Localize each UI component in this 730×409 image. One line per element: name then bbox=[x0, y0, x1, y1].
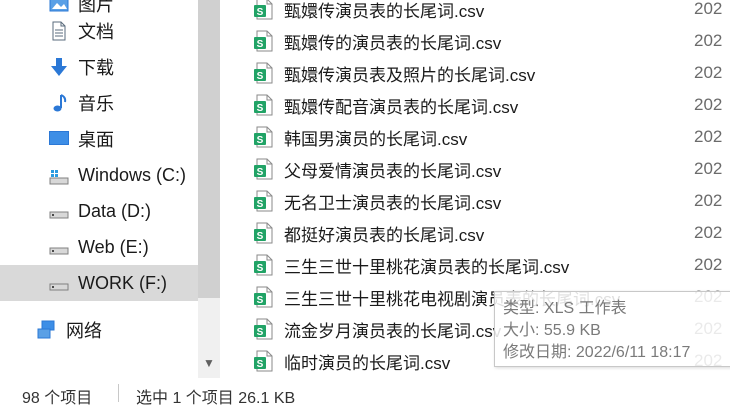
svg-text:S: S bbox=[257, 295, 264, 306]
sidebar-item-web-e[interactable]: Web (E:) bbox=[0, 229, 198, 265]
file-date: 202 bbox=[694, 127, 723, 146]
file-row[interactable]: S 无名卫士演员表的长尾词.csv 202 bbox=[222, 185, 730, 217]
svg-text:S: S bbox=[257, 327, 264, 338]
file-row[interactable]: S 甄嬛传的演员表的长尾词.csv 202 bbox=[222, 25, 730, 57]
documents-icon bbox=[48, 20, 70, 42]
sidebar-item-documents[interactable]: 文档 bbox=[0, 13, 198, 49]
csv-file-icon: S bbox=[252, 93, 276, 117]
svg-text:S: S bbox=[257, 359, 264, 370]
sidebar-item-label: 网络 bbox=[66, 321, 102, 341]
sidebar-item-network[interactable]: 网络 bbox=[0, 312, 198, 348]
scrollbar-thumb[interactable] bbox=[198, 0, 220, 298]
sidebar-item-label: 音乐 bbox=[78, 94, 114, 114]
navigation-pane: 图片 文档 下载 音乐 桌面 Windows (C:) Data (D:) We… bbox=[0, 0, 198, 350]
file-row[interactable]: S 韩国男演员的长尾词.csv 202 bbox=[222, 121, 730, 153]
file-date: 202 bbox=[694, 63, 723, 82]
file-name: 三生三世十里桃花演员表的长尾词.csv bbox=[284, 257, 570, 277]
drive-icon bbox=[48, 200, 70, 222]
svg-text:S: S bbox=[257, 199, 264, 210]
csv-file-icon: S bbox=[252, 0, 276, 21]
sidebar-item-desktop[interactable]: 桌面 bbox=[0, 121, 198, 157]
csv-file-icon: S bbox=[252, 189, 276, 213]
csv-file-icon: S bbox=[252, 125, 276, 149]
file-name: 韩国男演员的长尾词.csv bbox=[284, 129, 468, 149]
sidebar-item-label: WORK (F:) bbox=[78, 272, 167, 293]
file-info-tooltip: 类型: XLS 工作表 大小: 55.9 KB 修改日期: 2022/6/11 … bbox=[494, 291, 730, 367]
file-name: 都挺好演员表的长尾词.csv bbox=[284, 225, 485, 245]
file-row[interactable]: S 甄嬛传配音演员表的长尾词.csv 202 bbox=[222, 89, 730, 121]
csv-file-icon: S bbox=[252, 285, 276, 309]
csv-file-icon: S bbox=[252, 253, 276, 277]
drive-icon bbox=[48, 272, 70, 294]
file-date: 202 bbox=[694, 95, 723, 114]
sidebar-item-work-f[interactable]: WORK (F:) bbox=[0, 265, 198, 301]
file-name: 临时演员的长尾词.csv bbox=[284, 353, 451, 373]
file-date: 202 bbox=[694, 223, 723, 242]
downloads-icon bbox=[48, 56, 70, 78]
sidebar-item-label: 下载 bbox=[78, 58, 114, 78]
network-icon bbox=[36, 319, 58, 341]
csv-file-icon: S bbox=[252, 317, 276, 341]
tooltip-modified: 修改日期: 2022/6/11 18:17 bbox=[503, 344, 691, 361]
file-date: 202 bbox=[694, 255, 723, 274]
scroll-down-arrow-icon[interactable]: ▼ bbox=[203, 356, 215, 370]
csv-file-icon: S bbox=[252, 29, 276, 53]
file-row[interactable]: S 父母爱情演员表的长尾词.csv 202 bbox=[222, 153, 730, 185]
file-date: 202 bbox=[694, 159, 723, 178]
csv-file-icon: S bbox=[252, 61, 276, 85]
csv-file-icon: S bbox=[252, 349, 276, 373]
status-bar: 98 个项目 选中 1 个项目 26.1 KB bbox=[0, 378, 730, 409]
file-date: 202 bbox=[694, 31, 723, 50]
file-row[interactable]: S 甄嬛传演员表的长尾词.csv 202 bbox=[222, 0, 730, 25]
file-date: 202 bbox=[694, 0, 723, 18]
selection-info: 选中 1 个项目 26.1 KB bbox=[136, 390, 296, 407]
svg-text:S: S bbox=[257, 167, 264, 178]
tooltip-size: 大小: 55.9 KB bbox=[503, 322, 601, 339]
sidebar-item-label: Data (D:) bbox=[78, 200, 152, 221]
desktop-icon bbox=[48, 128, 70, 150]
file-name: 甄嬛传配音演员表的长尾词.csv bbox=[284, 97, 519, 117]
svg-text:S: S bbox=[257, 263, 264, 274]
drive-icon bbox=[48, 236, 70, 258]
csv-file-icon: S bbox=[252, 221, 276, 245]
sidebar-item-label: Web (E:) bbox=[78, 236, 149, 257]
sidebar-item-music[interactable]: 音乐 bbox=[0, 85, 198, 121]
sidebar-item-windows-c[interactable]: Windows (C:) bbox=[0, 157, 198, 193]
svg-text:S: S bbox=[257, 103, 264, 114]
svg-text:S: S bbox=[257, 71, 264, 82]
item-count: 98 个项目 bbox=[22, 390, 93, 407]
sidebar-item-label: Windows (C:) bbox=[78, 164, 187, 185]
file-date: 202 bbox=[694, 191, 723, 210]
tooltip-type: 类型: XLS 工作表 bbox=[503, 300, 627, 317]
windows-drive-icon bbox=[48, 164, 70, 186]
file-name: 甄嬛传的演员表的长尾词.csv bbox=[284, 33, 502, 53]
file-name: 甄嬛传演员表及照片的长尾词.csv bbox=[284, 65, 536, 85]
music-icon bbox=[48, 92, 70, 114]
file-row[interactable]: S 都挺好演员表的长尾词.csv 202 bbox=[222, 217, 730, 249]
svg-text:S: S bbox=[257, 7, 264, 18]
csv-file-icon: S bbox=[252, 157, 276, 181]
sidebar-item-data-d[interactable]: Data (D:) bbox=[0, 193, 198, 229]
svg-text:S: S bbox=[257, 39, 264, 50]
sidebar-item-downloads[interactable]: 下载 bbox=[0, 49, 198, 85]
file-row[interactable]: S 三生三世十里桃花演员表的长尾词.csv 202 bbox=[222, 249, 730, 281]
file-row[interactable]: S 甄嬛传演员表及照片的长尾词.csv 202 bbox=[222, 57, 730, 89]
file-name: 无名卫士演员表的长尾词.csv bbox=[284, 193, 502, 213]
sidebar-scrollbar[interactable]: ▼ bbox=[198, 0, 220, 378]
sidebar-item-label: 文档 bbox=[78, 22, 114, 42]
svg-text:S: S bbox=[257, 135, 264, 146]
file-name: 父母爱情演员表的长尾词.csv bbox=[284, 161, 502, 181]
sidebar-item-label: 桌面 bbox=[78, 130, 114, 150]
status-divider bbox=[118, 384, 119, 402]
svg-text:S: S bbox=[257, 231, 264, 242]
file-name: 甄嬛传演员表的长尾词.csv bbox=[284, 1, 485, 21]
file-name: 流金岁月演员表的长尾词.csv bbox=[284, 321, 502, 341]
